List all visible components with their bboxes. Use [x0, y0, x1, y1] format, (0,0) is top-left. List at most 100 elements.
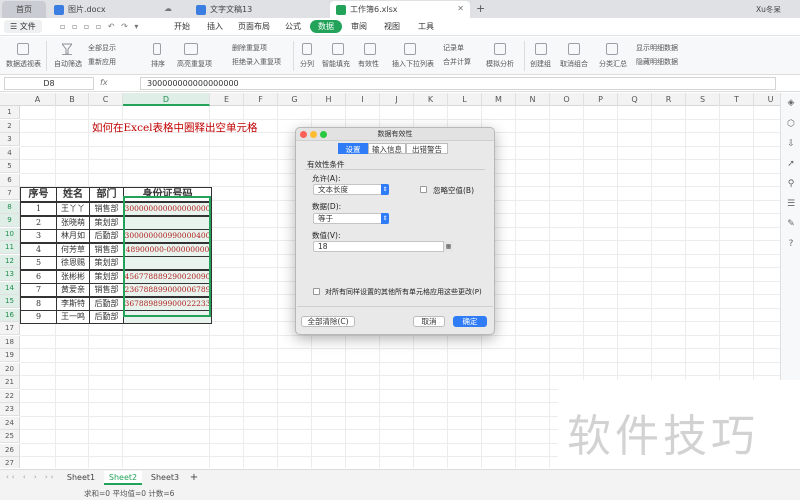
row-header[interactable]: 11: [0, 241, 20, 254]
column-header[interactable]: J: [380, 93, 414, 106]
row-header[interactable]: 13: [0, 268, 20, 281]
row-header[interactable]: 9: [0, 214, 20, 227]
row-header[interactable]: 26: [0, 443, 20, 457]
show-all-button[interactable]: 全部显示: [88, 43, 116, 53]
column-header[interactable]: C: [89, 93, 123, 106]
row-header[interactable]: 2: [0, 119, 20, 133]
column-header[interactable]: L: [448, 93, 482, 106]
id-number-cell[interactable]: 48900000-000000000: [123, 242, 212, 257]
table-cell[interactable]: 张彬彬: [56, 269, 90, 284]
table-cell[interactable]: 张晓萌: [56, 215, 90, 230]
tab-settings[interactable]: 设置: [338, 143, 368, 154]
row-header[interactable]: 7: [0, 187, 20, 200]
table-header-cell[interactable]: 部门: [89, 187, 124, 202]
what-if-analysis-button[interactable]: 模拟分析: [486, 59, 514, 69]
pivot-table-button[interactable]: 数据透视表: [6, 59, 41, 69]
tab-workbook[interactable]: 工作簿6.xlsx ✕: [330, 1, 470, 18]
new-tab-button[interactable]: +: [476, 2, 485, 15]
table-cell[interactable]: 销售部: [89, 202, 124, 216]
table-header-cell[interactable]: 身份证号码: [123, 187, 212, 202]
menu-insert[interactable]: 插入: [207, 21, 223, 32]
table-cell[interactable]: 王丫丫: [56, 202, 90, 216]
table-cell[interactable]: 黄爱亲: [56, 283, 90, 297]
reject-duplicates-button[interactable]: 拒绝录入重复项: [232, 57, 281, 67]
remove-duplicates-button[interactable]: 删除重复项: [232, 43, 267, 53]
sliders-icon[interactable]: ☰: [785, 198, 797, 210]
value-input[interactable]: 18 ▦: [313, 241, 453, 252]
function-icon[interactable]: fx: [100, 78, 108, 87]
table-cell[interactable]: 策划部: [89, 269, 124, 284]
table-cell[interactable]: 林月如: [56, 229, 90, 243]
row-header[interactable]: 1: [0, 106, 20, 119]
row-header[interactable]: 19: [0, 349, 20, 362]
column-header[interactable]: E: [210, 93, 244, 106]
sheet-heading[interactable]: 如何在Excel表格中圈释出空单元格: [92, 120, 258, 135]
close-icon[interactable]: ✕: [457, 4, 464, 13]
data-select[interactable]: 等于 ⇕: [313, 213, 389, 224]
column-header[interactable]: B: [56, 93, 89, 106]
sheet-nav-arrows[interactable]: ‹‹ ‹ › ››: [6, 473, 56, 481]
row-header[interactable]: 18: [0, 335, 20, 349]
table-cell[interactable]: 后勤部: [89, 296, 124, 311]
tab-error-alert[interactable]: 出错警告: [406, 143, 448, 154]
table-header-cell[interactable]: 序号: [20, 187, 57, 202]
column-header[interactable]: S: [686, 93, 720, 106]
table-cell[interactable]: 销售部: [89, 283, 124, 297]
column-header[interactable]: P: [584, 93, 618, 106]
row-header[interactable]: 12: [0, 254, 20, 268]
row-header[interactable]: 25: [0, 430, 20, 443]
column-header[interactable]: H: [312, 93, 346, 106]
id-number-cell[interactable]: 456778889290020090: [123, 269, 212, 284]
sheet-tab-1[interactable]: Sheet1: [62, 471, 100, 485]
menu-start[interactable]: 开始: [174, 21, 190, 32]
tab-input-message[interactable]: 输入信息: [368, 143, 406, 154]
insert-dropdown-button[interactable]: 插入下拉列表: [392, 59, 434, 69]
row-header[interactable]: 5: [0, 160, 20, 173]
name-box[interactable]: D8: [4, 77, 94, 90]
table-header-cell[interactable]: 姓名: [56, 187, 90, 202]
row-header[interactable]: 8: [0, 200, 20, 214]
ungroup-button[interactable]: 取消组合: [560, 59, 588, 69]
menu-view[interactable]: 视图: [384, 21, 400, 32]
row-header[interactable]: 23: [0, 403, 20, 416]
column-header[interactable]: N: [516, 93, 550, 106]
row-header[interactable]: 14: [0, 281, 20, 295]
tab-doc-image[interactable]: 图片.docx ☁: [48, 1, 178, 18]
ignore-blank-checkbox[interactable]: [420, 186, 427, 193]
tab-doc-text[interactable]: 文字文稿13: [190, 1, 320, 18]
highlight-duplicates-button[interactable]: 高亮重复项: [177, 59, 212, 69]
file-menu-button[interactable]: ☰ 文件: [4, 20, 42, 33]
id-number-cell[interactable]: [123, 256, 212, 270]
record-form-button[interactable]: 记录单: [443, 43, 464, 53]
id-number-cell[interactable]: [123, 310, 212, 324]
ok-button[interactable]: 确定: [453, 316, 487, 327]
row-header[interactable]: 6: [0, 173, 20, 187]
row-header[interactable]: 4: [0, 146, 20, 160]
id-number-cell[interactable]: [123, 215, 212, 230]
add-sheet-button[interactable]: +: [188, 471, 200, 485]
cursor-icon[interactable]: ➚: [785, 158, 797, 170]
row-header[interactable]: 10: [0, 227, 20, 241]
row-header[interactable]: 16: [0, 308, 20, 322]
sheet-tab-2[interactable]: Sheet2: [104, 471, 142, 485]
table-cell[interactable]: 王一鸣: [56, 310, 90, 324]
menu-page-layout[interactable]: 页面布局: [238, 21, 270, 32]
column-header[interactable]: A: [20, 93, 56, 106]
column-header[interactable]: U: [754, 93, 780, 106]
row-header[interactable]: 24: [0, 416, 20, 430]
layers-icon[interactable]: ◈: [785, 97, 797, 109]
table-cell[interactable]: 4: [20, 242, 57, 257]
apply-all-checkbox[interactable]: [313, 288, 320, 295]
column-header[interactable]: T: [720, 93, 754, 106]
table-cell[interactable]: 销售部: [89, 242, 124, 257]
column-header[interactable]: M: [482, 93, 516, 106]
hide-detail-button[interactable]: 隐藏明细数据: [636, 57, 678, 67]
column-header[interactable]: O: [550, 93, 584, 106]
column-header[interactable]: I: [346, 93, 380, 106]
table-cell[interactable]: 1: [20, 202, 57, 216]
menu-review[interactable]: 审阅: [351, 21, 367, 32]
clear-all-button[interactable]: 全部清除(C): [301, 316, 355, 327]
menu-tools[interactable]: 工具: [418, 21, 434, 32]
range-picker-icon[interactable]: ▦: [443, 241, 453, 252]
reapply-button[interactable]: 重新应用: [88, 57, 116, 67]
